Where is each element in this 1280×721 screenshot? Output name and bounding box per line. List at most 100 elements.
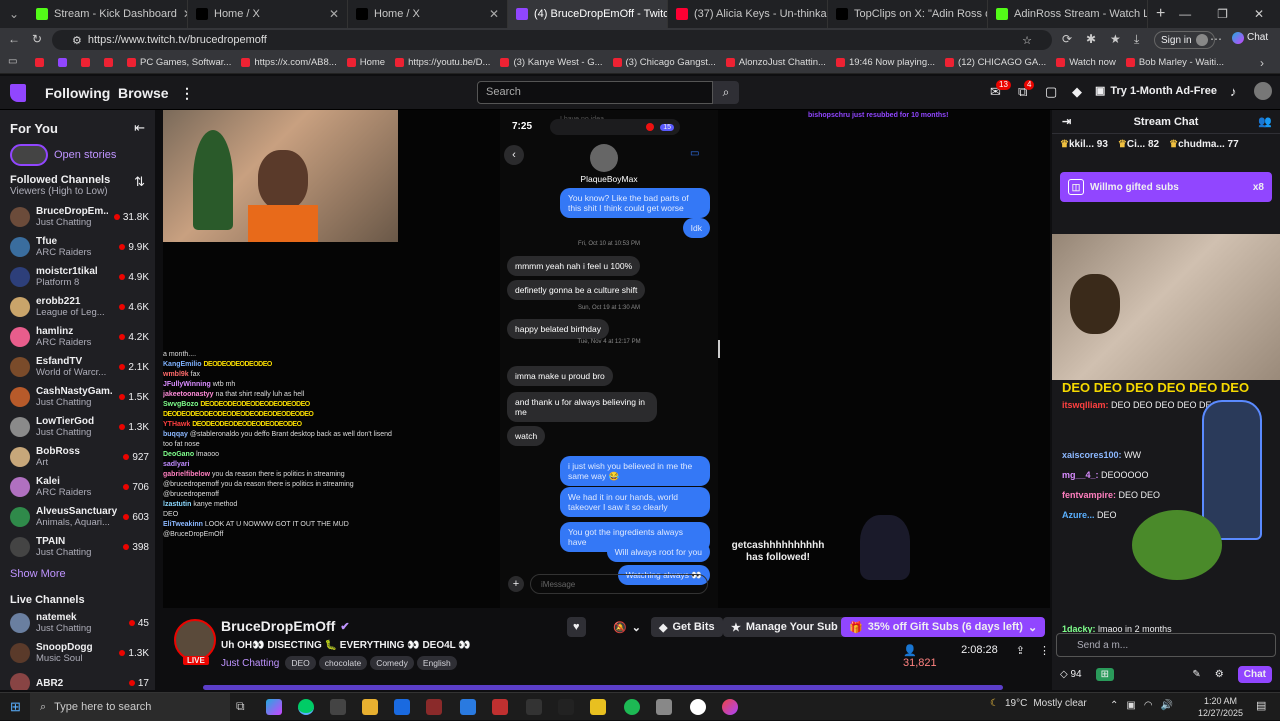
restore-icon[interactable]: ❐	[1217, 7, 1228, 21]
leaderboard-entry[interactable]: ♛chudma... 77	[1169, 139, 1239, 150]
tab-close-icon[interactable]: ✕	[489, 7, 499, 21]
spotify-taskbar-icon[interactable]	[624, 699, 640, 715]
leaderboard-entry[interactable]: ♛Ci... 82	[1118, 139, 1159, 150]
sidebar-channel[interactable]: EsfandTV World of Warcr... 2.1K	[0, 352, 155, 382]
download-icon[interactable]: ⤓	[1134, 32, 1139, 47]
sidebar-channel[interactable]: TPAIN Just Chatting 398	[0, 532, 155, 562]
app-taskbar-icon-8[interactable]	[690, 699, 706, 715]
browser-tab[interactable]: Home / X ✕	[188, 0, 348, 28]
site-info-icon[interactable]: ⚙	[72, 34, 82, 47]
whispers-icon[interactable]: ▢	[1045, 84, 1057, 100]
app-taskbar-icon-3[interactable]	[492, 699, 508, 715]
sidebar-channel[interactable]: moistcr1tikal Platform 8 4.9K	[0, 262, 155, 292]
search-button[interactable]: ⌕	[713, 81, 739, 104]
stream-tag[interactable]: Comedy	[370, 656, 414, 670]
wifi-icon[interactable]: ◠	[1144, 700, 1153, 711]
twitch-logo-icon[interactable]	[10, 84, 26, 102]
user-avatar[interactable]	[1254, 82, 1272, 100]
clock-date[interactable]: 12/27/2025	[1198, 707, 1243, 719]
bookmark-item[interactable]: AlonzoJust Chattin...	[721, 57, 831, 68]
bookmarks-overflow-icon[interactable]: ›	[1260, 56, 1280, 70]
extensions-icon[interactable]: ⟳	[1062, 32, 1072, 46]
extension-icon[interactable]: ♪	[1230, 84, 1237, 99]
channel-avatar[interactable]	[174, 619, 216, 661]
url-field[interactable]: ⚙ https://www.twitch.tv/brucedropemoff ☆	[52, 30, 1052, 50]
notifications-toggle[interactable]: 🔕 ⌄	[605, 617, 649, 637]
chat-input[interactable]: Send a m...	[1056, 633, 1276, 657]
get-bits-button[interactable]: ◆ Get Bits	[651, 617, 723, 637]
app-taskbar-icon-6[interactable]	[590, 699, 606, 715]
store-taskbar-icon[interactable]	[330, 699, 346, 715]
tab-list-icon[interactable]: ⌄	[0, 0, 28, 28]
reload-icon[interactable]: ↻	[32, 32, 42, 46]
tab-close-icon[interactable]: ✕	[329, 7, 339, 21]
bookmark-item[interactable]: (3) Kanye West - G...	[495, 57, 607, 68]
minimize-icon[interactable]: —	[1179, 7, 1191, 21]
bookmark-item[interactable]: (3) Chicago Gangst...	[608, 57, 721, 68]
browser-tab[interactable]: (37) Alicia Keys - Un-thinkable (I'm✕	[668, 0, 828, 28]
sidebar-channel[interactable]: hamlinz ARC Raiders 4.2K	[0, 322, 155, 352]
favorites-icon[interactable]: ★	[1110, 32, 1121, 46]
gift-sub-banner[interactable]: ◫ Willmo gifted subs x8	[1060, 172, 1272, 202]
bookmark-item[interactable]: Bob Marley - Waiti...	[1121, 57, 1229, 68]
taskbar-search[interactable]: ⌕ Type here to search	[30, 693, 230, 721]
show-more-link[interactable]: Show More	[0, 562, 155, 586]
bookmark-item[interactable]: Home	[342, 57, 390, 68]
emote-icon[interactable]: ✎	[1192, 669, 1200, 680]
bookmark-item[interactable]: 19:46 Now playing...	[831, 57, 940, 68]
edge-taskbar-icon[interactable]	[298, 699, 314, 715]
volume-icon[interactable]: 🔊	[1161, 700, 1173, 711]
sidebar-channel[interactable]: Tfue ARC Raiders 9.9K	[0, 232, 155, 262]
browser-tab[interactable]: TopClips on X: "Adin Ross defends✕	[828, 0, 988, 28]
stream-tag[interactable]: English	[416, 656, 457, 670]
explorer-taskbar-icon[interactable]	[362, 699, 378, 715]
bookmark-item[interactable]: https://x.com/AB8...	[236, 57, 341, 68]
bookmark-youtube-3[interactable]	[99, 58, 118, 67]
chat-users-icon[interactable]: 👥	[1258, 115, 1272, 128]
ad-free-button[interactable]: ▣ Try 1-Month Ad-Free	[1095, 84, 1217, 98]
sidebar-channel[interactable]: CashNastyGam... Just Chatting 1.5K	[0, 382, 155, 412]
search-input[interactable]: Search	[477, 81, 713, 104]
clock-time[interactable]: 1:20 AM	[1198, 695, 1243, 707]
category-link[interactable]: Just Chatting	[221, 658, 279, 669]
sidebar-channel[interactable]: BruceDropEm... Just Chatting 31.8K	[0, 202, 155, 232]
crown-icon[interactable]: ◆	[1072, 84, 1082, 100]
bookmark-youtube-1[interactable]	[30, 58, 49, 67]
stream-tag[interactable]: chocolate	[318, 656, 368, 670]
video-player[interactable]: a month.... KangEmilio DEODEODEODEODEO wmb…	[163, 110, 1050, 608]
mail-taskbar-icon[interactable]	[394, 699, 410, 715]
windows-start-icon[interactable]: ⊞	[10, 699, 21, 715]
sidebar-scrollbar[interactable]	[155, 110, 163, 690]
bookmark-item[interactable]: (12) CHICAGO GA...	[940, 57, 1051, 68]
new-tab-button[interactable]: +	[1156, 5, 1165, 23]
browser-tab[interactable]: AdinRoss Stream - Watch Live on✕	[988, 0, 1148, 28]
bookmarks-icon[interactable]: ▭	[8, 56, 17, 67]
sidebar-channel[interactable]: SnoopDogg Music Soul 1.3K	[0, 638, 155, 668]
notification-center-icon[interactable]: ▤	[1256, 699, 1266, 712]
app-taskbar-icon-7[interactable]	[656, 699, 672, 715]
sidebar-channel[interactable]: AlveusSanctuary Animals, Aquari... 603	[0, 502, 155, 532]
close-window-icon[interactable]: ✕	[1254, 7, 1264, 21]
sidebar-channel[interactable]: BobRoss Art 927	[0, 442, 155, 472]
bookmark-item[interactable]: Watch now	[1051, 57, 1121, 68]
tray-icon-2[interactable]: ▣	[1126, 700, 1135, 711]
claim-points-icon[interactable]: ⊞	[1095, 668, 1114, 681]
browser-tab[interactable]: (4) BruceDropEmOff - Twitch✕	[508, 0, 668, 28]
share-icon[interactable]: ⇪	[1016, 644, 1025, 669]
sign-in-button[interactable]: Sign in	[1154, 31, 1215, 49]
browser-tab[interactable]: Stream - Kick Dashboard✕	[28, 0, 188, 28]
browse-link[interactable]: Browse	[118, 85, 169, 101]
channel-name[interactable]: BruceDropEmOff	[221, 618, 335, 634]
sidebar-channel[interactable]: erobb221 League of Leg... 4.6K	[0, 292, 155, 322]
app-taskbar-icon-4[interactable]	[526, 699, 542, 715]
more-menu-icon[interactable]: ⋯	[1210, 32, 1222, 46]
open-stories[interactable]: Open stories	[0, 142, 155, 174]
bookmark-star-icon[interactable]: ☆	[1022, 34, 1032, 47]
app-taskbar-icon-2[interactable]	[460, 699, 476, 715]
back-icon[interactable]: ←	[8, 32, 20, 46]
manage-sub-button[interactable]: ★ Manage Your Sub	[723, 617, 846, 637]
sort-icon[interactable]: ⇅	[134, 174, 145, 197]
settings-icon[interactable]: ⚙	[1215, 669, 1224, 680]
following-link[interactable]: Following	[45, 85, 110, 101]
sidebar-channel[interactable]: LowTierGod Just Chatting 1.3K	[0, 412, 155, 442]
